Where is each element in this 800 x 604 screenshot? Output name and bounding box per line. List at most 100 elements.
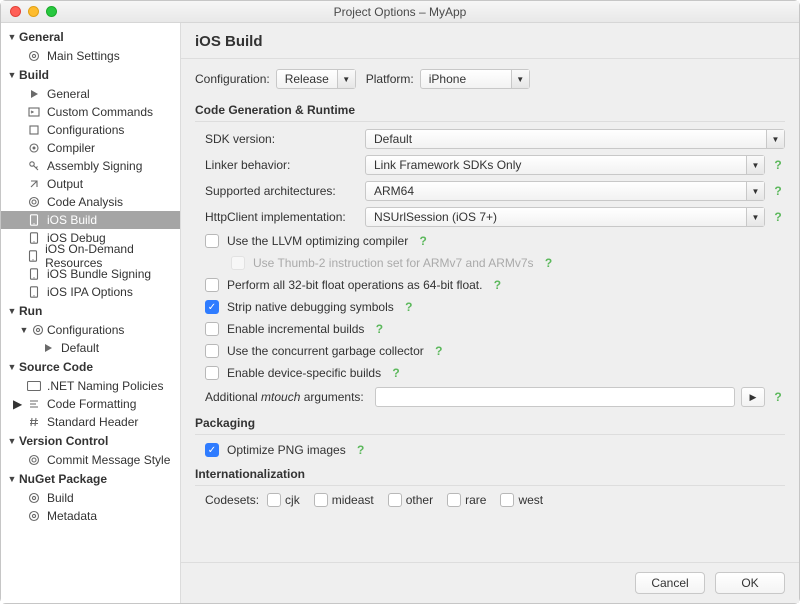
sidebar-item[interactable]: Default xyxy=(1,339,180,357)
sdk-select[interactable]: Default▼ xyxy=(365,129,785,149)
gear-icon xyxy=(27,49,41,63)
codeset-cjk-checkbox[interactable] xyxy=(267,493,281,507)
ok-button[interactable]: OK xyxy=(715,572,785,594)
sidebar-item[interactable]: Metadata xyxy=(1,507,180,525)
http-row: HttpClient implementation: NSUrlSession … xyxy=(195,204,785,230)
arch-label: Supported architectures: xyxy=(195,184,355,198)
codeset-west-checkbox[interactable] xyxy=(500,493,514,507)
sidebar-subgroup[interactable]: ▼Configurations xyxy=(1,321,180,339)
content-scroll[interactable]: Configuration: Release ▼ Platform: iPhon… xyxy=(181,59,799,562)
arch-select[interactable]: ARM64▼ xyxy=(365,181,765,201)
sidebar-item[interactable]: Assembly Signing xyxy=(1,157,180,175)
sidebar-item-label: Code Formatting xyxy=(47,397,136,411)
mtouch-input[interactable] xyxy=(375,387,735,407)
help-icon[interactable]: ? xyxy=(771,390,785,404)
sidebar-item[interactable]: ▶ Code Formatting xyxy=(1,395,180,413)
help-icon[interactable]: ? xyxy=(490,278,504,292)
sidebar-group[interactable]: ▼Version Control xyxy=(1,431,180,451)
http-label: HttpClient implementation: xyxy=(195,210,355,224)
gc-checkbox[interactable] xyxy=(205,344,219,358)
configuration-select[interactable]: Release ▼ xyxy=(276,69,356,89)
sidebar-group[interactable]: ▼NuGet Package xyxy=(1,469,180,489)
sidebar-group[interactable]: ▼Run xyxy=(1,301,180,321)
codeset-cjk-label: cjk xyxy=(285,493,300,507)
linker-select[interactable]: Link Framework SDKs Only▼ xyxy=(365,155,765,175)
float32-checkbox[interactable] xyxy=(205,278,219,292)
section-codegen-header: Code Generation & Runtime xyxy=(195,103,785,122)
output-icon xyxy=(27,177,41,191)
llvm-checkbox[interactable] xyxy=(205,234,219,248)
platform-value: iPhone xyxy=(421,72,511,86)
sidebar-item[interactable]: Standard Header xyxy=(1,413,180,431)
help-icon[interactable]: ? xyxy=(372,322,386,336)
sidebar-group[interactable]: ▼General xyxy=(1,27,180,47)
sidebar-item-label: Compiler xyxy=(47,141,95,155)
arch-value: ARM64 xyxy=(366,184,746,198)
help-icon[interactable]: ? xyxy=(771,158,785,172)
help-icon[interactable]: ? xyxy=(771,210,785,224)
sidebar-item-label: iOS On-Demand Resources xyxy=(45,242,174,270)
incremental-checkbox[interactable] xyxy=(205,322,219,336)
sidebar-item[interactable]: Code Analysis xyxy=(1,193,180,211)
gear-icon xyxy=(27,491,41,505)
cancel-button[interactable]: Cancel xyxy=(635,572,705,594)
sidebar-item[interactable]: iOS IPA Options xyxy=(1,283,180,301)
codeset-mideast-checkbox[interactable] xyxy=(314,493,328,507)
target-icon xyxy=(27,195,41,209)
phone-icon xyxy=(27,285,41,299)
device-checkbox[interactable] xyxy=(205,366,219,380)
main-panel: iOS Build Configuration: Release ▼ Platf… xyxy=(181,23,799,603)
sidebar-item-label: iOS Bundle Signing xyxy=(47,267,151,281)
help-icon[interactable]: ? xyxy=(402,300,416,314)
chevron-down-icon: ▼ xyxy=(766,130,784,148)
window-title: Project Options – MyApp xyxy=(1,5,799,19)
sidebar-item-label: Default xyxy=(61,341,99,355)
help-icon[interactable]: ? xyxy=(389,366,403,380)
sidebar-item-label: General xyxy=(47,87,90,101)
codeset-other-checkbox[interactable] xyxy=(388,493,402,507)
configuration-label: Configuration: xyxy=(195,72,270,86)
mtouch-run-button[interactable]: ▶ xyxy=(741,387,765,407)
sidebar-item[interactable]: Compiler xyxy=(1,139,180,157)
chevron-down-icon: ▼ xyxy=(746,156,764,174)
http-value: NSUrlSession (iOS 7+) xyxy=(366,210,746,224)
linker-value: Link Framework SDKs Only xyxy=(366,158,746,172)
help-icon[interactable]: ? xyxy=(771,184,785,198)
sidebar-item[interactable]: General xyxy=(1,85,180,103)
help-icon[interactable]: ? xyxy=(354,443,368,457)
caret-icon: ▼ xyxy=(7,32,17,42)
chevron-down-icon: ▼ xyxy=(746,182,764,200)
codeset-rare-checkbox[interactable] xyxy=(447,493,461,507)
sidebar-item[interactable]: Custom Commands xyxy=(1,103,180,121)
chevron-down-icon: ▼ xyxy=(746,208,764,226)
hash-icon xyxy=(27,415,41,429)
platform-select[interactable]: iPhone ▼ xyxy=(420,69,530,89)
incremental-row: Enable incremental builds ? xyxy=(195,318,785,340)
phone-icon xyxy=(27,213,41,227)
png-checkbox[interactable]: ✓ xyxy=(205,443,219,457)
phone-icon xyxy=(27,231,41,245)
png-label: Optimize PNG images xyxy=(227,443,346,457)
help-icon[interactable]: ? xyxy=(416,234,430,248)
sidebar-group[interactable]: ▼Source Code xyxy=(1,357,180,377)
http-select[interactable]: NSUrlSession (iOS 7+)▼ xyxy=(365,207,765,227)
caret-icon: ▼ xyxy=(19,325,29,335)
sidebar-item[interactable]: Build xyxy=(1,489,180,507)
sidebar-item[interactable]: .NET Naming Policies xyxy=(1,377,180,395)
sidebar-item[interactable]: iOS On-Demand Resources xyxy=(1,247,180,265)
sidebar-item[interactable]: Output xyxy=(1,175,180,193)
help-icon[interactable]: ? xyxy=(432,344,446,358)
sidebar-item[interactable]: Commit Message Style xyxy=(1,451,180,469)
help-icon[interactable]: ? xyxy=(542,256,556,270)
sidebar-item[interactable]: iOS Build xyxy=(1,211,180,229)
format-icon xyxy=(27,397,41,411)
sidebar-item[interactable]: Configurations xyxy=(1,121,180,139)
caret-icon: ▼ xyxy=(7,306,17,316)
sidebar-group-label: Source Code xyxy=(19,360,93,374)
caret-icon: ▶ xyxy=(13,397,22,411)
strip-checkbox[interactable]: ✓ xyxy=(205,300,219,314)
sidebar-item[interactable]: Main Settings xyxy=(1,47,180,65)
sidebar-group[interactable]: ▼Build xyxy=(1,65,180,85)
sidebar-group-label: Version Control xyxy=(19,434,108,448)
sidebar-item-label: Metadata xyxy=(47,509,97,523)
